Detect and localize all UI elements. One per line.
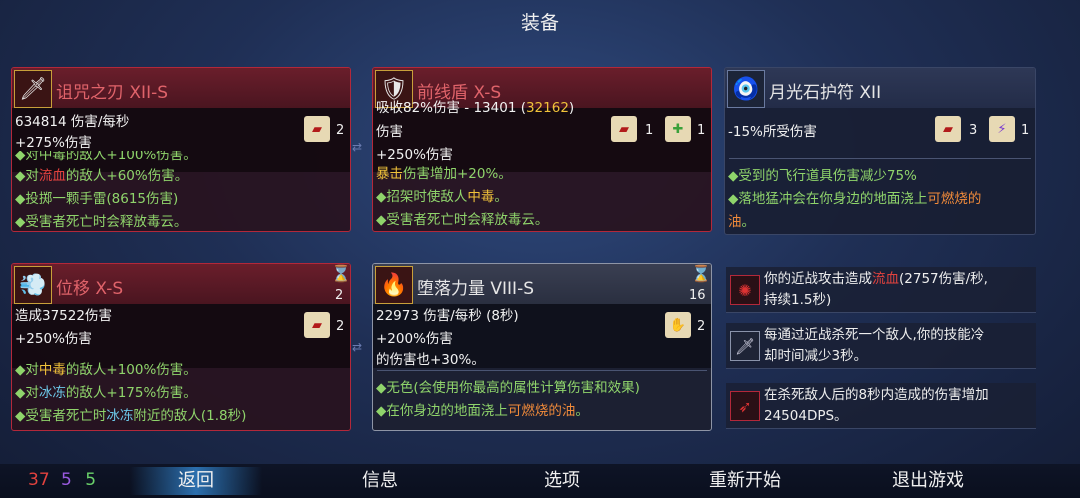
item-damage-bonus: +250%伤害 [15, 331, 92, 347]
item-card-dash[interactable]: 💨 位移 X-S ⌛ 2 造成37522伤害 +250%伤害 ▰ 2 ◆对中毒的… [11, 263, 351, 431]
item-damage-bonus: +200%伤害 [376, 331, 453, 347]
mutation-dps-boost[interactable]: ➶ 在杀死敌人后的8秒内造成的伤害增加 24504DPS。 [726, 383, 1036, 429]
item-card-corrupted-power[interactable]: 🔥 堕落力量 VIII-S ⌛ 16 22973 伤害/每秒 (8秒) +200… [372, 263, 712, 431]
divider [729, 158, 1031, 159]
item-name: 月光石护符 XII [769, 83, 882, 103]
item-absorb: 吸收82%伤害 - 13401 (32162) [376, 100, 575, 116]
item-card-front-line-shield[interactable]: 🛡 前线盾 X-S 吸收82%伤害 - 13401 (32162) 伤害 +25… [372, 67, 712, 232]
brutality-scroll-icon: ▰ [935, 116, 961, 142]
item-defense: -15%所受伤害 [728, 124, 817, 140]
scroll-count: 1 [1021, 123, 1030, 138]
item-card-cursed-sword[interactable]: 🗡 诅咒之刃 XII-S 634814 伤害/每秒 +275%伤害 ▰ 2 ◆对… [11, 67, 351, 232]
item-affix: ◆对中毒的敌人+100%伤害。 [15, 151, 197, 163]
item-affix: 暴击伤害增加+20%。 [376, 166, 512, 182]
brutality-stat: 37 [28, 470, 50, 490]
item-affix: ◆落地猛冲会在你身边的地面浇上可燃烧的 [728, 191, 982, 207]
scroll-count: 3 [969, 123, 978, 138]
item-damage: 造成37522伤害 [15, 308, 112, 324]
tactics-scroll-icon: ⚡ [989, 116, 1015, 142]
swap-arrow-icon[interactable]: ⇄ [352, 340, 374, 354]
cursed-sword-icon: 🗡 [14, 70, 52, 108]
cooldown-value: 2 [335, 288, 344, 303]
item-affix: ◆对冰冻的敌人+175%伤害。 [15, 385, 197, 401]
item-affix: ◆无色(会使用你最高的属性计算伤害和效果) [376, 380, 640, 396]
item-affix: ◆受害者死亡时会释放毒云。 [376, 212, 549, 228]
colorless-scroll-icon: ✋ [665, 312, 691, 338]
item-affix: ◆对流血的敌人+60%伤害。 [15, 168, 189, 184]
scroll-count: 1 [645, 123, 654, 138]
amulet-icon: 🧿 [727, 70, 765, 108]
swap-arrow-icon[interactable]: ⇄ [352, 140, 374, 154]
item-affix: ◆受害者死亡时会释放毒云。 [15, 214, 188, 230]
mutation-text: 每通过近战杀死一个敌人,你的技能冷 却时间减少3秒。 [764, 327, 985, 364]
item-damage-bonus: +250%伤害 [376, 147, 453, 163]
back-button[interactable]: 返回 [130, 467, 262, 495]
cooldown-value: 16 [689, 288, 706, 303]
item-name: 位移 X-S [56, 279, 124, 299]
item-affix: 油。 [728, 214, 755, 230]
mutation-text: 在杀死敌人后的8秒内造成的伤害增加 24504DPS。 [764, 387, 989, 424]
item-affix: ◆投掷一颗手雷(8615伤害) [15, 191, 179, 207]
melee-cooldown-mutation-icon: 🗡 [730, 331, 760, 361]
bleed-mutation-icon: ✺ [730, 275, 760, 305]
brutality-scroll-icon: ▰ [611, 116, 637, 142]
hourglass-icon: ⌛ [691, 264, 711, 283]
item-affix: ◆受到的飞行道具伤害减少75% [728, 168, 917, 184]
item-name: 堕落力量 VIII-S [417, 279, 534, 299]
hourglass-icon: ⌛ [331, 264, 351, 283]
quit-game-button[interactable]: 退出游戏 [872, 466, 984, 492]
survival-scroll-icon: ✚ [665, 116, 691, 142]
item-affix: ◆招架时使敌人中毒。 [376, 189, 508, 205]
mutation-cooldown[interactable]: 🗡 每通过近战杀死一个敌人,你的技能冷 却时间减少3秒。 [726, 323, 1036, 369]
brutality-scroll-icon: ▰ [304, 312, 330, 338]
divider [377, 370, 707, 371]
item-affix: ◆在你身边的地面浇上可燃烧的油。 [376, 403, 589, 419]
dash-icon: 💨 [14, 266, 52, 304]
scroll-count: 2 [336, 319, 345, 334]
scroll-count: 1 [697, 123, 706, 138]
mutation-bleed[interactable]: ✺ 你的近战攻击造成流血(2757伤害/秒, 持续1.5秒) [726, 267, 1036, 313]
scroll-count: 2 [336, 123, 345, 138]
info-button[interactable]: 信息 [340, 466, 420, 492]
scroll-count: 2 [697, 319, 706, 334]
item-damage-bonus: +275%伤害 [15, 135, 92, 151]
item-damage-label: 伤害 [376, 124, 403, 140]
restart-button[interactable]: 重新开始 [690, 466, 800, 492]
item-card-moonstone-amulet[interactable]: 🧿 月光石护符 XII -15%所受伤害 ▰ 3 ⚡ 1 ◆受到的飞行道具伤害减… [724, 67, 1036, 235]
bow-mutation-icon: ➶ [730, 391, 760, 421]
tactics-stat: 5 [61, 470, 72, 490]
brutality-scroll-icon: ▰ [304, 116, 330, 142]
page-title: 装备 [520, 12, 559, 34]
mutation-text: 你的近战攻击造成流血(2757伤害/秒, 持续1.5秒) [764, 271, 988, 308]
item-affix: ◆对中毒的敌人+100%伤害。 [15, 362, 197, 378]
item-dps: 634814 伤害/每秒 [15, 114, 130, 130]
item-name: 诅咒之刃 XII-S [56, 83, 169, 103]
survival-stat: 5 [85, 470, 97, 490]
item-dps: 22973 伤害/每秒 (8秒) [376, 308, 519, 324]
item-extra: 的伤害也+30%。 [376, 352, 485, 368]
item-affix: ◆受害者死亡时冰冻附近的敌人(1.8秒) [15, 408, 247, 424]
options-button[interactable]: 选项 [522, 466, 602, 492]
corrupted-power-icon: 🔥 [375, 266, 413, 304]
scroll-stats: 37 5 5 [28, 470, 96, 490]
